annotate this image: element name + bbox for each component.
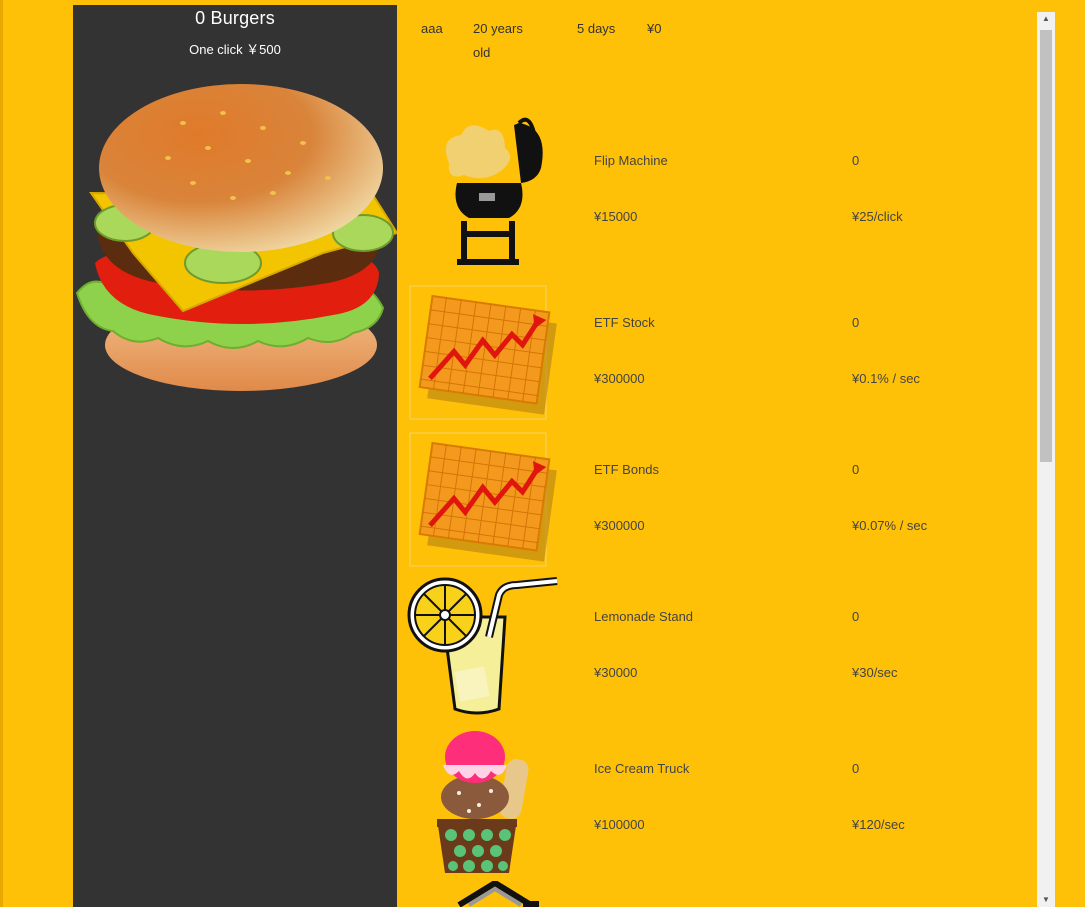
item-owned: 0	[852, 761, 860, 776]
burger-click-button[interactable]	[73, 83, 399, 393]
page-edge	[0, 0, 3, 907]
scroll-up-arrow-icon[interactable]: ▲	[1037, 12, 1055, 26]
burger-panel: 0 Burgers One click ￥500	[73, 5, 399, 907]
item-price: ¥100000	[594, 817, 645, 832]
burger-count: 0 Burgers	[195, 8, 275, 28]
money-total: ¥0	[647, 21, 662, 36]
item-rate: ¥30/sec	[852, 665, 898, 680]
rising-chart-icon	[409, 285, 559, 420]
item-price: ¥30000	[594, 665, 638, 680]
item-price: ¥300000	[594, 371, 645, 386]
shop-item-ice-cream-truck[interactable]: Ice Cream Truck 0 ¥100000 ¥120/sec	[397, 727, 1037, 877]
shop-panel: aaa 20 years old 5 days ¥0 Flip Machine …	[397, 5, 1037, 907]
scroll-down-arrow-icon[interactable]: ▼	[1037, 893, 1055, 907]
item-price: ¥300000	[594, 518, 645, 533]
grill-icon	[409, 113, 559, 268]
item-name: ETF Bonds	[594, 462, 660, 477]
ice-cream-icon	[409, 727, 559, 875]
item-owned: 0	[852, 609, 860, 624]
shop-item-lemonade-stand[interactable]: Lemonade Stand 0 ¥30000 ¥30/sec	[397, 577, 1037, 722]
shop-item-partial[interactable]	[397, 881, 1037, 907]
shop-item-flip-machine[interactable]: Flip Machine 0 ¥15000 ¥25/click	[397, 113, 1037, 273]
shop-item-etf-bonds[interactable]: ETF Bonds 0 ¥300000 ¥0.07% / sec	[397, 432, 1037, 570]
item-name: Lemonade Stand	[594, 609, 694, 624]
player-name: aaa	[421, 21, 443, 36]
house-icon	[409, 881, 559, 907]
item-name: ETF Stock	[594, 315, 655, 330]
item-rate: ¥0.1% / sec	[852, 371, 920, 386]
burger-icon	[75, 84, 399, 391]
lemonade-icon	[407, 577, 558, 719]
item-owned: 0	[852, 315, 860, 330]
item-name: Ice Cream Truck	[594, 761, 690, 776]
item-price: ¥15000	[594, 209, 638, 224]
item-rate: ¥120/sec	[852, 817, 905, 832]
vertical-scrollbar[interactable]: ▲ ▼	[1037, 12, 1055, 907]
shop-item-etf-stock[interactable]: ETF Stock 0 ¥300000 ¥0.1% / sec	[397, 285, 1037, 423]
item-name: Flip Machine	[594, 153, 668, 168]
item-owned: 0	[852, 462, 860, 477]
scrollbar-thumb[interactable]	[1040, 30, 1052, 462]
item-rate: ¥0.07% / sec	[852, 518, 928, 533]
item-owned: 0	[852, 153, 860, 168]
rising-chart-icon	[409, 432, 559, 567]
click-value: One click ￥500	[189, 42, 281, 57]
item-rate: ¥25/click	[852, 209, 903, 224]
elapsed-days: 5 days	[577, 21, 616, 36]
player-age: 20 years old	[473, 21, 523, 60]
